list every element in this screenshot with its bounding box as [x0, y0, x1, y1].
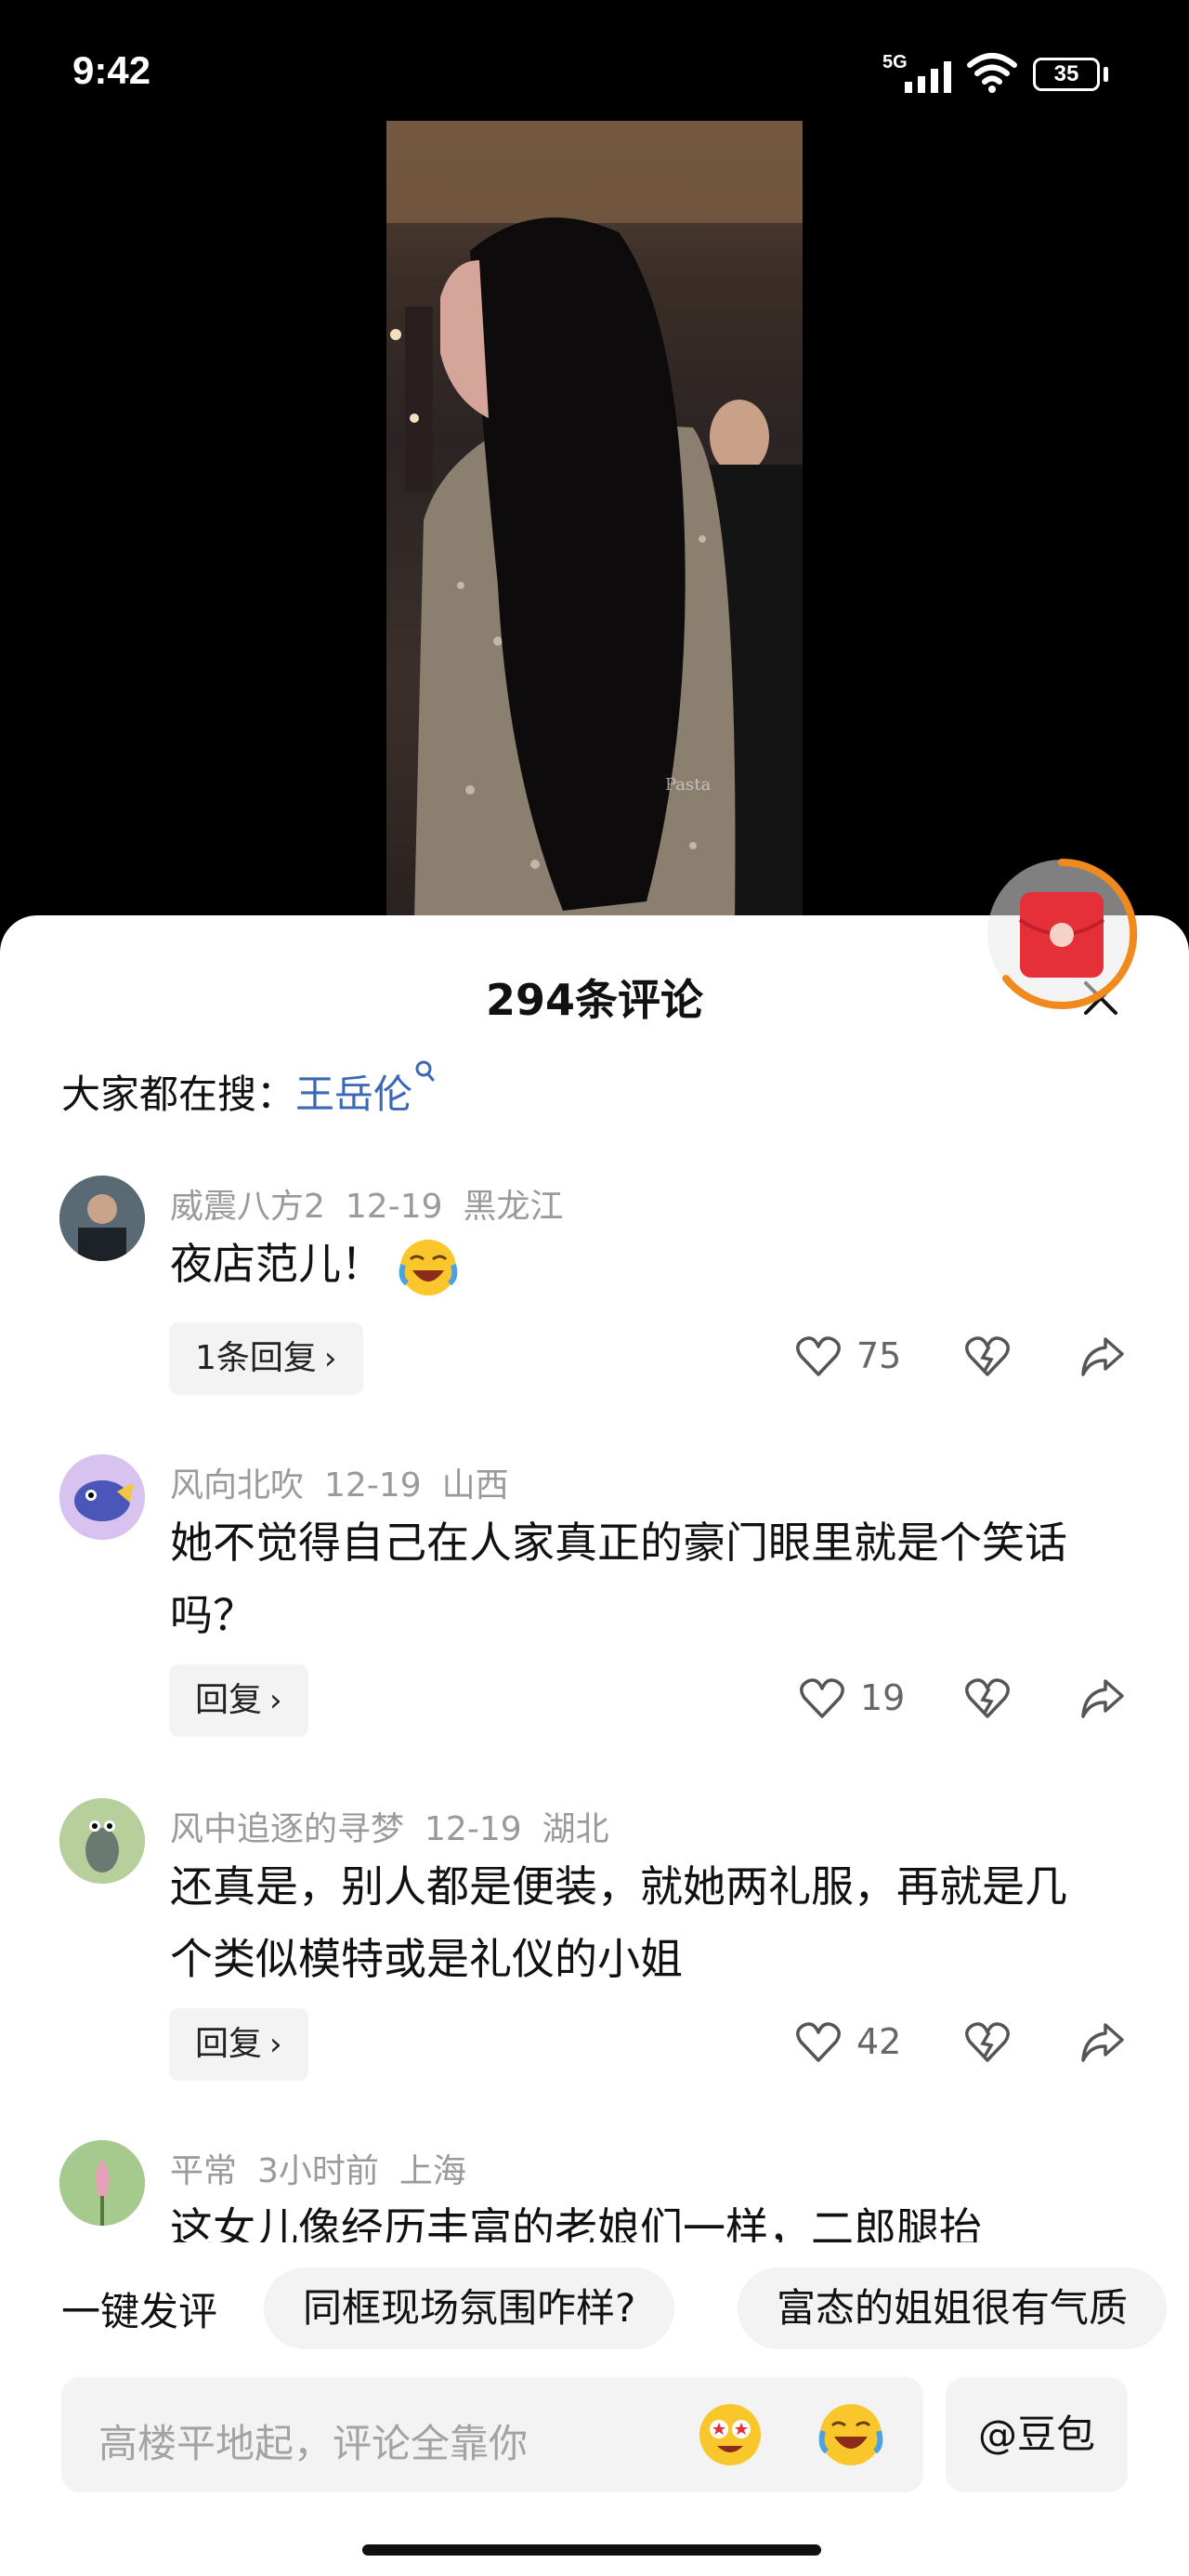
quick-comment-label: 一键发评 — [61, 2289, 218, 2334]
comment-username[interactable]: 风向北吹 — [170, 1466, 304, 1505]
avatar[interactable] — [59, 2140, 145, 2226]
comment-date: 12-19 — [425, 1810, 522, 1848]
reply-button[interactable]: 回复 › — [169, 1664, 308, 1737]
comment-text: 这女儿像经历丰富的老娘们一样，二郎腿抬 — [170, 2203, 982, 2242]
avatar[interactable] — [59, 1454, 145, 1540]
comment-text: 她不觉得自己在人家真正的豪门眼里就是个笑话吗？ — [170, 1518, 1067, 1640]
battery-icon: 35 — [1033, 58, 1100, 91]
avatar[interactable] — [59, 1798, 145, 1884]
star-eyes-emoji-icon[interactable] — [697, 2401, 764, 2468]
like-count: 19 — [860, 1677, 906, 1718]
comment-date: 3小时前 — [257, 2152, 379, 2190]
mention-doubao-button[interactable]: @豆包 — [946, 2377, 1128, 2492]
video-frame: Pasta — [386, 121, 803, 920]
comment-input-placeholder: 高楼平地起，评论全靠你 — [98, 2421, 529, 2466]
avatar[interactable] — [59, 1176, 145, 1261]
trending-search: 大家都在搜：王岳伦 — [61, 1060, 435, 1120]
trending-search-label: 大家都在搜： — [61, 1071, 296, 1117]
comment-date: 12-19 — [345, 1188, 443, 1226]
reply-label: 回复 — [195, 2025, 263, 2063]
comment-meta: 风中追逐的寻梦 12-19 湖北 — [170, 1802, 630, 1850]
laughing-emoji-icon — [399, 1239, 457, 1295]
laughing-emoji-icon[interactable] — [817, 2401, 884, 2468]
share-icon[interactable] — [1079, 1335, 1126, 1378]
comment-location: 黑龙江 — [463, 1188, 564, 1226]
chevron-right-icon: › — [269, 1682, 282, 1719]
comment-username[interactable]: 风中追逐的寻梦 — [170, 1810, 404, 1848]
heart-icon — [796, 1336, 841, 1376]
comment-username[interactable]: 平常 — [170, 2152, 237, 2190]
comment-username[interactable]: 威震八方2 — [170, 1188, 325, 1226]
share-icon[interactable] — [1079, 1677, 1126, 1720]
view-replies-label: 1条回复 — [195, 1339, 317, 1377]
like-count: 75 — [856, 1335, 902, 1376]
reply-label: 回复 — [195, 1681, 263, 1719]
chevron-right-icon: › — [269, 2026, 282, 2063]
like-count: 42 — [856, 2021, 902, 2062]
svg-text:Pasta: Pasta — [665, 775, 712, 795]
comment-location: 湖北 — [542, 1810, 609, 1848]
comment-location: 山西 — [441, 1466, 509, 1505]
comment-text: 还真是，别人都是便装，就她两礼服，再就是几个类似模特或是礼仪的小姐 — [170, 1861, 1067, 1984]
view-replies-button[interactable]: 1条回复 › — [169, 1322, 363, 1395]
comment-item: 平常 3小时前 上海 这女儿像经历丰富的老娘们一样，二郎腿抬 — [0, 2140, 1189, 2242]
comment-meta: 威震八方2 12-19 黑龙江 — [170, 1179, 584, 1228]
wifi-icon — [967, 53, 1017, 93]
home-indicator[interactable] — [362, 2544, 821, 2556]
trending-search-keyword[interactable]: 王岳伦 — [295, 1071, 412, 1117]
heart-icon — [796, 2022, 841, 2062]
status-time: 9:42 — [72, 48, 151, 92]
quick-comment-chip[interactable]: 同框现场氛围咋样? — [264, 2267, 675, 2349]
status-bar: 9:42 5G 35 — [0, 0, 1189, 121]
comment-date: 12-19 — [324, 1466, 422, 1505]
dislike-icon[interactable] — [964, 1677, 1011, 1720]
comment-meta: 风向北吹 12-19 山西 — [170, 1458, 529, 1506]
video-player[interactable]: Pasta — [386, 121, 803, 920]
comment-input[interactable]: 高楼平地起，评论全靠你 — [61, 2377, 923, 2492]
chevron-right-icon: › — [323, 1340, 337, 1377]
comment-location: 上海 — [399, 2152, 466, 2190]
signal-icon: 5G — [882, 52, 957, 93]
battery-nub — [1104, 67, 1108, 82]
share-icon[interactable] — [1079, 2021, 1126, 2064]
dislike-icon[interactable] — [964, 2021, 1011, 2064]
quick-comment-chip[interactable]: 富态的姐姐很有气质 — [738, 2267, 1168, 2349]
comment-body: 夜店范儿！ — [170, 1239, 384, 1289]
comment-meta: 平常 3小时前 上海 — [170, 2144, 487, 2192]
search-icon — [415, 1060, 435, 1082]
comment-text: 夜店范儿！ — [170, 1228, 1108, 1300]
quick-comment-bar: 一键发评 同框现场氛围咋样? 富态的姐姐很有气质 — [0, 2267, 1189, 2351]
heart-icon — [800, 1678, 844, 1718]
red-packet-icon[interactable] — [983, 855, 1141, 1013]
reply-button[interactable]: 回复 › — [169, 2008, 308, 2081]
dislike-icon[interactable] — [964, 1335, 1011, 1378]
